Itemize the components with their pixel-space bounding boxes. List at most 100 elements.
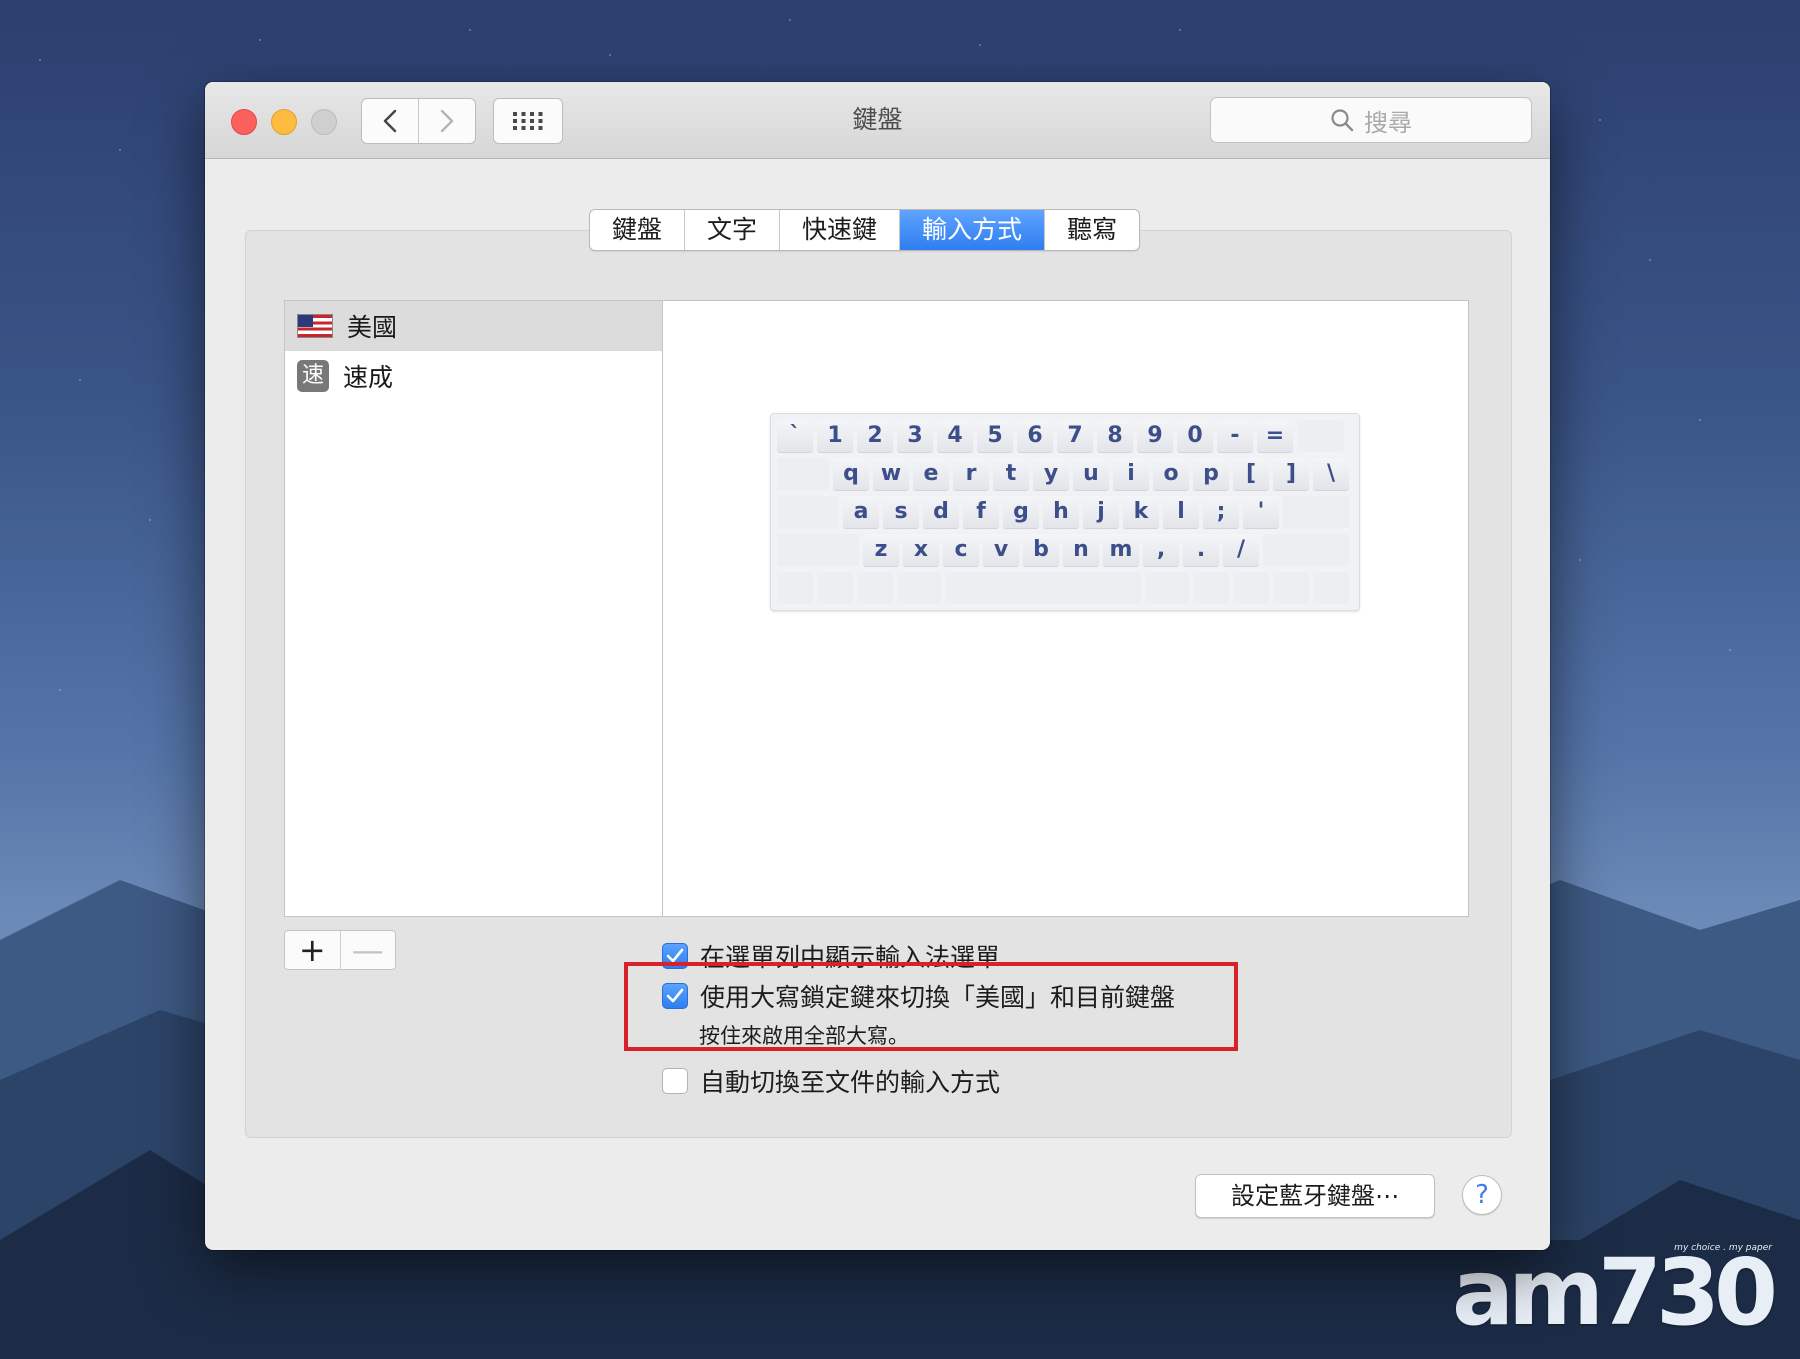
keyboard-row-top: q w e r t y u i o p[] \ [777, 458, 1349, 490]
keyboard-key: [ [1233, 458, 1269, 490]
keyboard-key: g [1003, 496, 1039, 528]
keyboard-key: . [1183, 534, 1219, 566]
remove-input-source-button[interactable]: — [339, 931, 396, 969]
keyboard-key: l [1163, 496, 1199, 528]
title-bar: 鍵盤 搜尋 [205, 82, 1550, 159]
keyboard-key-blank [945, 572, 1141, 604]
keyboard-key-blank [1297, 420, 1344, 452]
keyboard-preview-panel: ` 1 2 3 4 5 6 7 8 9 0- = q w e r t y u i o p[] \ a s d f g h j k l; ' … [663, 300, 1469, 917]
highlight-box [624, 962, 1238, 1051]
list-item-us[interactable]: 美國 [285, 301, 662, 351]
search-field[interactable]: 搜尋 [1210, 97, 1532, 143]
watermark-brand: am730 [1452, 1239, 1778, 1346]
tab-bar: 鍵盤 文字 快速鍵 輸入方式 聽寫 [589, 209, 1141, 251]
keyboard-key-blank [1263, 534, 1349, 566]
list-item-label: 速成 [343, 363, 394, 392]
tab-shortcuts[interactable]: 快速鍵 [779, 210, 899, 250]
keyboard-key: i [1113, 458, 1149, 490]
keyboard-key: - [1217, 420, 1253, 452]
keyboard-key-blank [777, 496, 839, 528]
keyboard-key: b [1023, 534, 1059, 566]
keyboard-key: q [833, 458, 869, 490]
list-item-sucheng[interactable]: 速 速成 [285, 351, 662, 401]
keyboard-key: t [993, 458, 1029, 490]
keyboard-layout-preview: ` 1 2 3 4 5 6 7 8 9 0- = q w e r t y u i o p[] \ a s d f g h j k l; ' … [770, 413, 1360, 611]
keyboard-key: 3 [897, 420, 933, 452]
keyboard-row-home: a s d f g h j k l; ' [777, 496, 1349, 528]
keyboard-key: e [913, 458, 949, 490]
keyboard-key-blank [1233, 572, 1269, 604]
keyboard-key-blank [777, 572, 813, 604]
show-all-button[interactable] [493, 98, 563, 144]
keyboard-key: c [943, 534, 979, 566]
auto-switch-checkbox[interactable] [662, 1068, 688, 1094]
list-item-label: 美國 [347, 313, 398, 342]
keyboard-key: 5 [977, 420, 1013, 452]
keyboard-key: z [863, 534, 899, 566]
keyboard-row-numbers: ` 1 2 3 4 5 6 7 8 9 0- = [777, 420, 1344, 452]
auto-switch-label: 自動切換至文件的輸入方式 [700, 1068, 1001, 1097]
keyboard-key: d [923, 496, 959, 528]
keyboard-key: 2 [857, 420, 893, 452]
minimize-button[interactable] [271, 109, 297, 135]
keyboard-key: y [1033, 458, 1069, 490]
keyboard-key-blank [857, 572, 893, 604]
keyboard-key: r [953, 458, 989, 490]
search-icon [1331, 109, 1354, 132]
keyboard-key: ' [1243, 496, 1279, 528]
us-flag-icon [297, 314, 333, 338]
grid-icon [513, 112, 543, 130]
keyboard-key: n [1063, 534, 1099, 566]
keyboard-row-space [777, 572, 1349, 604]
setup-bluetooth-keyboard-button[interactable]: 設定藍牙鍵盤⋯ [1195, 1174, 1435, 1218]
keyboard-key-blank [897, 572, 941, 604]
keyboard-key: 6 [1017, 420, 1053, 452]
navigation-buttons [361, 98, 476, 144]
back-button[interactable] [362, 99, 418, 143]
option-auto-switch[interactable]: 自動切換至文件的輸入方式 [662, 1063, 1000, 1099]
keyboard-key: x [903, 534, 939, 566]
keyboard-key: v [983, 534, 1019, 566]
keyboard-key-blank [777, 534, 859, 566]
keyboard-key-blank [777, 458, 829, 490]
tab-text[interactable]: 文字 [684, 210, 779, 250]
chevron-right-icon [440, 109, 454, 133]
input-source-list: 美國 速 速成 [284, 300, 663, 917]
tab-dictation[interactable]: 聽寫 [1044, 210, 1139, 250]
chevron-left-icon [383, 109, 397, 133]
keyboard-key: , [1143, 534, 1179, 566]
keyboard-key: ] [1273, 458, 1309, 490]
keyboard-key: ; [1203, 496, 1239, 528]
keyboard-key: a [843, 496, 879, 528]
keyboard-key: h [1043, 496, 1079, 528]
keyboard-row-bottom: z x c v b n m,. / [777, 534, 1349, 566]
close-button[interactable] [231, 109, 257, 135]
tab-keyboard[interactable]: 鍵盤 [590, 210, 684, 250]
keyboard-key: / [1223, 534, 1259, 566]
zoom-button[interactable] [311, 109, 337, 135]
keyboard-key: o [1153, 458, 1189, 490]
keyboard-key-blank [1273, 572, 1309, 604]
keyboard-key: 8 [1097, 420, 1133, 452]
sucheng-icon: 速 [297, 360, 329, 392]
keyboard-key: 0 [1177, 420, 1213, 452]
search-placeholder: 搜尋 [1364, 108, 1412, 137]
keyboard-key: 4 [937, 420, 973, 452]
am730-watermark: my choice . my paper am730 [1452, 1239, 1778, 1346]
help-button[interactable]: ? [1462, 1175, 1502, 1215]
forward-button[interactable] [418, 99, 475, 143]
add-input-source-button[interactable]: + [285, 931, 340, 969]
keyboard-key-blank [1283, 496, 1349, 528]
keyboard-key: 7 [1057, 420, 1093, 452]
keyboard-key: 9 [1137, 420, 1173, 452]
keyboard-key: \ [1313, 458, 1349, 490]
tab-input-sources[interactable]: 輸入方式 [899, 210, 1045, 250]
keyboard-key: p [1193, 458, 1229, 490]
keyboard-key: u [1073, 458, 1109, 490]
keyboard-key-blank [1193, 572, 1229, 604]
keyboard-key: s [883, 496, 919, 528]
keyboard-key-blank [1145, 572, 1189, 604]
keyboard-key: f [963, 496, 999, 528]
keyboard-key: w [873, 458, 909, 490]
keyboard-key: k [1123, 496, 1159, 528]
